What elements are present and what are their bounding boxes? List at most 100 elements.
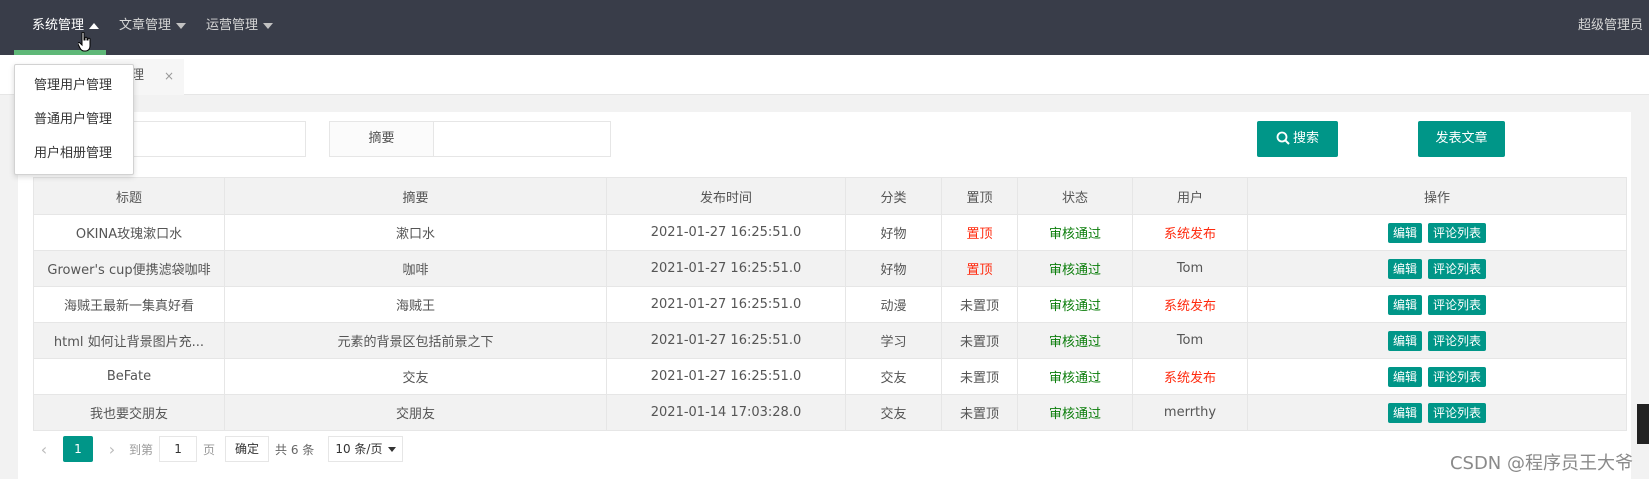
cell-summary: 海贼王 (224, 286, 607, 323)
summary-search-group: 摘要 (329, 121, 611, 157)
cell-summary: 交友 (224, 358, 607, 395)
cell-time: 2021-01-27 16:25:51.0 (606, 358, 846, 395)
table-row: 海贼王最新一集真好看 海贼王 2021-01-27 16:25:51.0 动漫 … (33, 286, 1627, 323)
cell-pin: 置顶 (941, 250, 1018, 287)
page-size-select[interactable]: 10 条/页 (328, 436, 404, 462)
summary-search-input[interactable] (434, 122, 609, 156)
comment-list-button[interactable]: 评论列表 (1428, 366, 1487, 387)
cell-user: 系统发布 (1132, 214, 1248, 251)
cell-status: 审核通过 (1017, 214, 1133, 251)
cell-category: 交友 (845, 394, 942, 431)
comment-list-button[interactable]: 评论列表 (1428, 294, 1487, 315)
cell-title: 海贼王最新一集真好看 (33, 286, 225, 323)
cell-category: 好物 (845, 214, 942, 251)
edit-button[interactable]: 编辑 (1387, 366, 1422, 387)
nav-operation-management[interactable]: 运营管理 (206, 0, 274, 55)
user-name: 超级管理员 (1577, 18, 1643, 33)
pagination: ‹ 1 › 到第 页 确定 共 6 条 10 条/页 (33, 434, 404, 464)
cell-title: OKINA玫瑰漱口水 (33, 214, 225, 251)
cell-time: 2021-01-27 16:25:51.0 (606, 250, 846, 287)
caret-up-icon (89, 22, 100, 29)
col-header-summary: 摘要 (224, 177, 607, 215)
page-size-value: 10 条/页 (335, 442, 383, 456)
cell-title: html 如何让背景图片充... (33, 322, 225, 359)
user-menu[interactable]: 超级管理员 (1578, 0, 1649, 55)
prev-page-icon[interactable]: ‹ (33, 440, 55, 459)
caret-down-icon (263, 22, 274, 29)
goto-label: 到第 (129, 442, 154, 457)
chevron-down-icon (388, 447, 397, 452)
edit-button[interactable]: 编辑 (1387, 402, 1422, 423)
cell-status: 审核通过 (1017, 394, 1133, 431)
goto-page-input[interactable] (159, 436, 198, 462)
cell-actions: 编辑 评论列表 (1247, 214, 1627, 251)
col-header-actions: 操作 (1247, 177, 1627, 215)
cell-category: 交友 (845, 358, 942, 395)
cell-time: 2021-01-27 16:25:51.0 (606, 214, 846, 251)
cell-time: 2021-01-14 17:03:28.0 (606, 394, 846, 431)
cell-time: 2021-01-27 16:25:51.0 (606, 322, 846, 359)
table-row: Grower's cup便携滤袋咖啡 咖啡 2021-01-27 16:25:5… (33, 250, 1627, 287)
page-1-button[interactable]: 1 (63, 436, 93, 462)
system-management-dropdown: 管理用户管理 普通用户管理 用户相册管理 (14, 64, 134, 175)
cell-actions: 编辑 评论列表 (1247, 358, 1627, 395)
col-header-pin: 置顶 (941, 177, 1018, 215)
table-row: html 如何让背景图片充... 元素的背景区包括前景之下 2021-01-27… (33, 322, 1627, 359)
comment-list-button[interactable]: 评论列表 (1428, 402, 1487, 423)
cell-summary: 元素的背景区包括前景之下 (224, 322, 607, 359)
close-icon[interactable]: × (164, 59, 174, 93)
table-header-row: 标题 摘要 发布时间 分类 置顶 状态 用户 操作 (33, 177, 1627, 215)
cell-user: merrthy (1132, 394, 1248, 431)
title-search-input[interactable] (134, 122, 304, 156)
comment-list-button[interactable]: 评论列表 (1428, 330, 1487, 351)
nav-article-management[interactable]: 文章管理 (119, 0, 187, 55)
hand-cursor-icon (78, 32, 91, 52)
cell-title: 我也要交朋友 (33, 394, 225, 431)
search-button-label: 搜索 (1292, 131, 1319, 146)
cell-category: 学习 (845, 322, 942, 359)
summary-search-label: 摘要 (330, 122, 434, 156)
cell-time: 2021-01-27 16:25:51.0 (606, 286, 846, 323)
cell-actions: 编辑 评论列表 (1247, 286, 1627, 323)
col-header-category: 分类 (845, 177, 942, 215)
search-button[interactable]: 搜索 (1257, 121, 1338, 157)
publish-article-button[interactable]: 发表文章 (1418, 121, 1505, 157)
cell-pin: 未置顶 (941, 322, 1018, 359)
edit-button[interactable]: 编辑 (1387, 330, 1422, 351)
cell-status: 审核通过 (1017, 250, 1133, 287)
comment-list-button[interactable]: 评论列表 (1428, 258, 1487, 279)
cell-user: Tom (1132, 250, 1248, 287)
search-icon (1276, 131, 1290, 145)
cell-status: 审核通过 (1017, 286, 1133, 323)
menu-item-normal-users[interactable]: 普通用户管理 (15, 103, 133, 137)
col-header-user: 用户 (1132, 177, 1248, 215)
caret-down-icon (176, 22, 187, 29)
edit-button[interactable]: 编辑 (1387, 294, 1422, 315)
cell-summary: 咖啡 (224, 250, 607, 287)
cell-summary: 交朋友 (224, 394, 607, 431)
edit-button[interactable]: 编辑 (1387, 222, 1422, 243)
page-unit-label: 页 (203, 442, 216, 457)
cell-category: 好物 (845, 250, 942, 287)
goto-confirm-button[interactable]: 确定 (225, 436, 270, 462)
comment-list-button[interactable]: 评论列表 (1428, 222, 1487, 243)
cell-pin: 未置顶 (941, 394, 1018, 431)
cell-user: 系统发布 (1132, 286, 1248, 323)
cell-category: 动漫 (845, 286, 942, 323)
edit-button[interactable]: 编辑 (1387, 258, 1422, 279)
col-header-time: 发布时间 (606, 177, 846, 215)
cell-title: Grower's cup便携滤袋咖啡 (33, 250, 225, 287)
watermark: CSDN @程序员王大爷 (1449, 453, 1633, 474)
menu-item-user-albums[interactable]: 用户相册管理 (15, 137, 133, 171)
table-row: 我也要交朋友 交朋友 2021-01-14 17:03:28.0 交友 未置顶 … (33, 394, 1627, 431)
col-header-title: 标题 (33, 177, 225, 215)
cell-summary: 漱口水 (224, 214, 607, 251)
cell-user: 系统发布 (1132, 358, 1248, 395)
col-header-status: 状态 (1017, 177, 1133, 215)
next-page-icon[interactable]: › (101, 440, 123, 459)
menu-item-admin-users[interactable]: 管理用户管理 (15, 69, 133, 103)
side-handle[interactable] (1637, 404, 1649, 444)
articles-table: 标题 摘要 发布时间 分类 置顶 状态 用户 操作 OKINA玫瑰漱口水 漱口水… (33, 177, 1627, 431)
table-row: OKINA玫瑰漱口水 漱口水 2021-01-27 16:25:51.0 好物 … (33, 214, 1627, 251)
table-row: BeFate 交友 2021-01-27 16:25:51.0 交友 未置顶 审… (33, 358, 1627, 395)
